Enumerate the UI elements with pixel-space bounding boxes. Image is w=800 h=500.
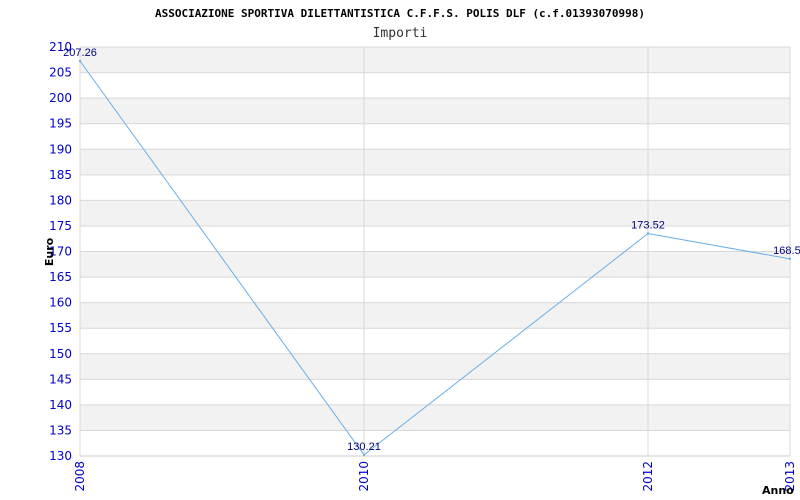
grid-band: [80, 174, 790, 201]
y-tick-label: 145: [49, 372, 72, 386]
data-label: 173.52: [631, 220, 665, 232]
data-point: [362, 453, 366, 457]
y-tick-label: 140: [49, 398, 72, 412]
grid-band: [80, 251, 790, 278]
grid-band: [80, 379, 790, 405]
y-tick-label: 150: [49, 347, 72, 361]
grid-band: [80, 200, 790, 226]
y-tick-label: 190: [49, 142, 72, 156]
grid-band: [80, 72, 790, 99]
y-tick-label: 160: [49, 296, 72, 310]
y-tick-label: 185: [49, 168, 72, 182]
line-chart: ASSOCIAZIONE SPORTIVA DILETTANTISTICA C.…: [43, 7, 800, 497]
grid-band: [80, 404, 790, 431]
data-point: [78, 59, 82, 63]
y-tick-label: 195: [49, 117, 72, 131]
grid-band: [80, 225, 790, 252]
y-tick-label: 205: [49, 66, 72, 80]
grid-band: [80, 277, 790, 303]
grid-band: [80, 98, 790, 124]
grid-band: [80, 353, 790, 380]
data-label: 207.26: [63, 47, 97, 59]
y-axis-label: Euro: [43, 237, 56, 266]
x-tick-label: 2010: [357, 461, 371, 492]
y-tick-label: 200: [49, 91, 72, 105]
data-label: 168.56: [773, 245, 800, 257]
y-tick-label: 180: [49, 193, 72, 207]
y-tick-label: 135: [49, 423, 72, 437]
x-tick-label: 2012: [641, 461, 655, 492]
chart-title: ASSOCIAZIONE SPORTIVA DILETTANTISTICA C.…: [155, 7, 645, 20]
plot-background: [79, 46, 790, 457]
grid-band: [80, 123, 790, 150]
x-axis-label: Anno: [762, 484, 794, 497]
chart-subtitle: Importi: [373, 26, 428, 41]
x-tick-label: 2008: [73, 461, 87, 492]
grid-band: [80, 149, 790, 175]
grid-band: [80, 430, 790, 456]
y-tick-label: 130: [49, 449, 72, 463]
data-point: [788, 257, 792, 261]
grid-band: [80, 47, 790, 73]
grid-band: [80, 328, 790, 354]
y-tick-label: 155: [49, 321, 72, 335]
y-tick-label: 165: [49, 270, 72, 284]
y-tick-label: 175: [49, 219, 72, 233]
data-label: 130.21: [347, 441, 381, 453]
grid-band: [80, 302, 790, 329]
data-point: [646, 232, 650, 235]
